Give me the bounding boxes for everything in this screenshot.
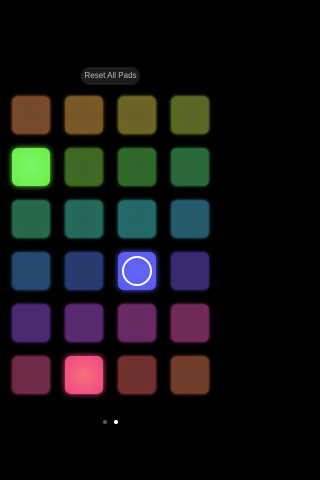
pad-r3-c4[interactable] — [171, 200, 209, 238]
pad-r3-c1[interactable] — [12, 200, 50, 238]
pad-r5-c4[interactable] — [171, 304, 209, 342]
pad-r2-c4[interactable] — [171, 148, 209, 186]
reset-all-pads-button[interactable]: Reset All Pads — [81, 67, 140, 85]
pad-r6-c1[interactable] — [12, 356, 50, 394]
pad-r1-c4[interactable] — [171, 96, 209, 134]
pad-r1-c3[interactable] — [118, 96, 156, 134]
page-dot-1[interactable] — [103, 420, 107, 424]
pad-grid — [12, 96, 209, 394]
pad-r5-c2[interactable] — [65, 304, 103, 342]
pad-r4-c1[interactable] — [12, 252, 50, 290]
pad-r5-c1[interactable] — [12, 304, 50, 342]
pad-screen: Reset All Pads — [0, 0, 221, 480]
pad-r6-c3[interactable] — [118, 356, 156, 394]
pad-r4-c3[interactable] — [118, 252, 156, 290]
pad-r1-c1[interactable] — [12, 96, 50, 134]
pad-r2-c2[interactable] — [65, 148, 103, 186]
pad-r4-c4[interactable] — [171, 252, 209, 290]
pad-r5-c3[interactable] — [118, 304, 156, 342]
page-dot-2[interactable] — [114, 420, 118, 424]
pad-r2-c3[interactable] — [118, 148, 156, 186]
pad-r4-c2[interactable] — [65, 252, 103, 290]
pad-r6-c2[interactable] — [65, 356, 103, 394]
pad-r1-c2[interactable] — [65, 96, 103, 134]
pad-r2-c1[interactable] — [12, 148, 50, 186]
page-indicator[interactable] — [0, 418, 221, 426]
pad-r6-c4[interactable] — [171, 356, 209, 394]
selected-ring-icon — [122, 256, 152, 286]
pad-r3-c3[interactable] — [118, 200, 156, 238]
pad-r3-c2[interactable] — [65, 200, 103, 238]
